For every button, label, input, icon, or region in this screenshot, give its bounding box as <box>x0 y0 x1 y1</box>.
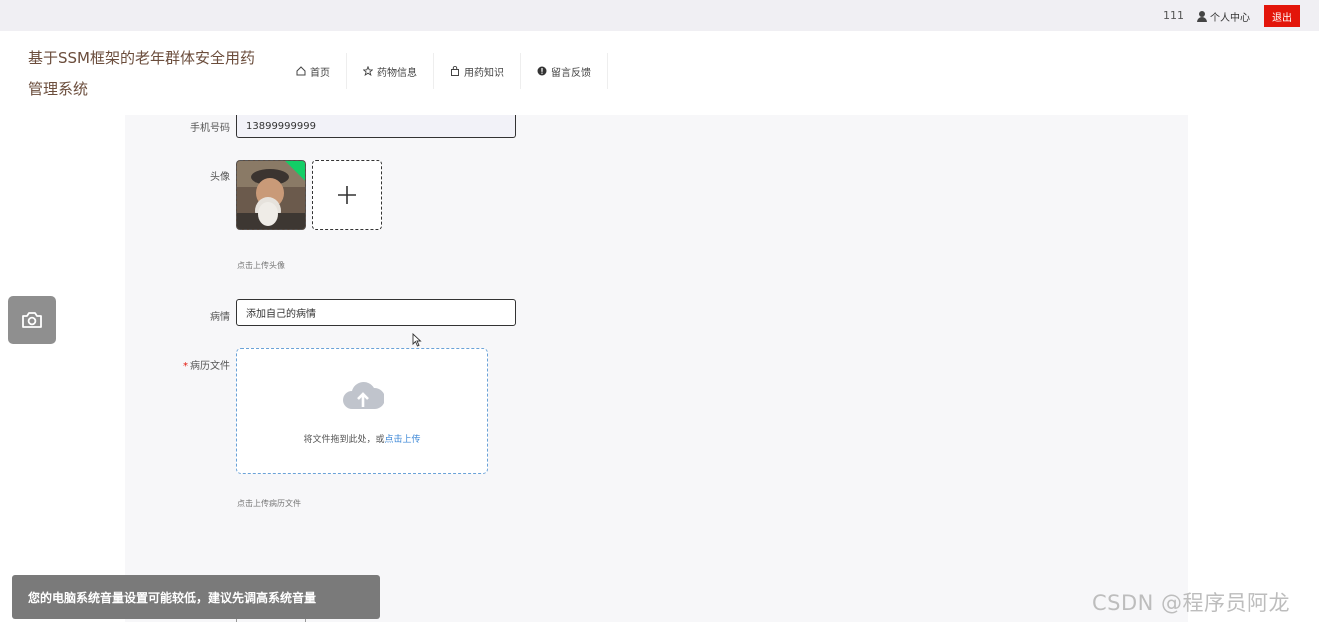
condition-field[interactable]: 添加自己的病情 <box>236 299 516 326</box>
dropzone-text: 将文件拖到此处，或点击上传 <box>237 432 487 445</box>
add-avatar-button[interactable] <box>312 160 382 230</box>
user-icon <box>1197 11 1207 22</box>
camera-icon <box>22 312 42 328</box>
logout-button[interactable]: 退出 <box>1264 5 1300 27</box>
nav-item-label: 首页 <box>310 67 330 79</box>
nav-item-label: 用药知识 <box>464 67 504 79</box>
record-upload-dropzone[interactable]: 将文件拖到此处，或点击上传 <box>236 348 488 474</box>
cloud-upload-icon <box>343 382 384 409</box>
personal-center-label: 个人中心 <box>1210 13 1250 24</box>
volume-warning-toast: 您的电脑系统音量设置可能较低，建议先调高系统音量 <box>12 575 380 619</box>
screenshot-camera-button[interactable] <box>8 296 56 344</box>
nav-item-feedback[interactable]: 留言反馈 <box>521 53 608 89</box>
record-label-text: 病历文件 <box>190 361 230 372</box>
phone-field[interactable]: 13899999999 <box>236 115 516 138</box>
avatar-label: 头像 <box>210 172 230 183</box>
dropzone-instruction: 将文件拖到此处，或 <box>303 435 385 445</box>
top-bar: 111 个人中心 退出 <box>0 0 1319 31</box>
star-icon <box>363 66 373 76</box>
nav-item-label: 药物信息 <box>377 67 417 79</box>
plus-icon <box>338 186 356 204</box>
main-nav: 首页 药物信息 用药知识 留言反馈 <box>280 53 608 89</box>
nav-item-medicine-info[interactable]: 药物信息 <box>347 53 434 89</box>
site-title: 基于SSM框架的老年群体安全用药管理系统 <box>28 49 255 98</box>
condition-label: 病情 <box>210 312 230 323</box>
avatar-image[interactable] <box>236 160 306 230</box>
nav-item-medication-knowledge[interactable]: 用药知识 <box>434 53 521 89</box>
site-header: 基于SSM框架的老年群体安全用药管理系统 首页 药物信息 用药知识 留言反馈 <box>0 31 1319 115</box>
avatar-hint: 点击上传头像 <box>237 261 285 270</box>
user-id: 111 <box>1163 9 1184 22</box>
csdn-watermark: CSDN @程序员阿龙 <box>1092 591 1291 615</box>
mouse-cursor-icon <box>412 333 422 347</box>
personal-center-link[interactable]: 个人中心 <box>1197 9 1250 24</box>
nav-item-home[interactable]: 首页 <box>280 53 347 89</box>
home-icon <box>296 66 306 76</box>
record-label: * 病历文件 <box>130 357 230 372</box>
phone-label: 手机号码 <box>190 123 230 134</box>
nav-item-label: 留言反馈 <box>551 67 591 79</box>
record-hint: 点击上传病历文件 <box>237 499 301 508</box>
info-icon <box>537 66 547 76</box>
bag-icon <box>451 66 459 76</box>
required-marker: * <box>183 361 188 372</box>
click-upload-link[interactable]: 点击上传 <box>385 435 421 445</box>
